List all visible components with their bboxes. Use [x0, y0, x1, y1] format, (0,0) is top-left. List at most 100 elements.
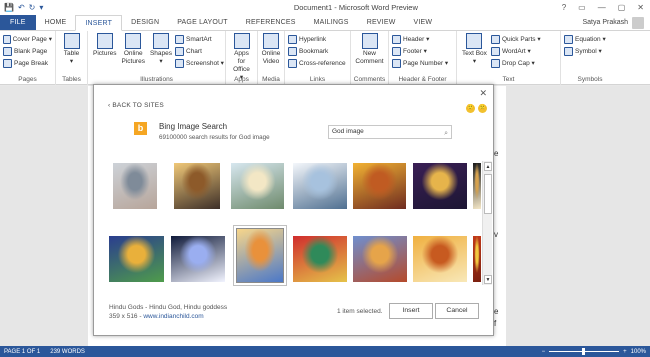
wordart-button[interactable]: WordArt ▾: [490, 45, 541, 57]
tab-references[interactable]: REFERENCES: [237, 15, 305, 30]
table-button[interactable]: Table ▾: [59, 33, 84, 66]
zoom-slider[interactable]: [549, 348, 620, 355]
back-to-sites-link[interactable]: ‹ BACK TO SITES: [108, 102, 164, 109]
chart-button[interactable]: Chart: [175, 45, 224, 57]
scroll-down-icon[interactable]: ▼: [484, 275, 492, 284]
zoom-slider-thumb[interactable]: [582, 348, 586, 355]
tab-design[interactable]: DESIGN: [122, 15, 168, 30]
image-result[interactable]: [472, 235, 482, 283]
image-result[interactable]: [234, 226, 286, 285]
image-result[interactable]: [230, 162, 285, 210]
image-result[interactable]: [170, 235, 226, 283]
blank-page-button[interactable]: Blank Page: [3, 45, 52, 57]
cancel-button[interactable]: Cancel: [435, 303, 479, 319]
apps-icon: [233, 33, 250, 49]
cover-page-icon: [3, 34, 11, 44]
word-count[interactable]: 239 WORDS: [50, 349, 85, 355]
tab-review[interactable]: REVIEW: [358, 15, 405, 30]
symbol-button[interactable]: Symbol ▾: [564, 45, 616, 57]
undo-icon[interactable]: ↶: [18, 3, 25, 12]
tab-page-layout[interactable]: PAGE LAYOUT: [168, 15, 237, 30]
drop-cap-button[interactable]: Drop Cap ▾: [490, 57, 541, 69]
maximize-icon[interactable]: ▢: [618, 3, 626, 12]
user-name: Satya Prakash: [582, 19, 628, 26]
save-icon[interactable]: 💾: [4, 3, 14, 12]
equation-button[interactable]: Equation ▾: [564, 33, 616, 45]
group-label: Illustrations: [140, 76, 173, 83]
help-icon[interactable]: ?: [562, 3, 566, 12]
frown-icon[interactable]: 🙁: [478, 104, 487, 113]
group-apps: Apps for Office ▾ Apps: [226, 31, 258, 85]
scroll-up-icon[interactable]: ▲: [484, 162, 492, 171]
group-pages: Cover Page ▾ Blank Page Page Break Pages: [0, 31, 56, 85]
provider-name: Bing Image Search: [159, 122, 228, 131]
image-result[interactable]: [292, 162, 348, 210]
image-result[interactable]: [292, 235, 348, 283]
group-label: Media: [262, 76, 280, 83]
search-input[interactable]: God image ⌕: [328, 125, 452, 139]
image-result[interactable]: [412, 162, 468, 210]
video-icon: [263, 33, 279, 49]
footer-icon: [392, 46, 401, 56]
zoom-out-icon[interactable]: −: [542, 349, 546, 355]
scroll-thumb[interactable]: [484, 174, 492, 214]
equation-icon: [564, 34, 573, 44]
page-break-icon: [3, 58, 12, 68]
redo-icon[interactable]: ↻: [29, 3, 36, 12]
image-results-grid: [94, 157, 482, 287]
page-text-fragment: f: [494, 319, 497, 328]
close-icon[interactable]: ✕: [479, 88, 487, 99]
results-scrollbar[interactable]: ▲ ▼: [482, 161, 492, 285]
insert-button[interactable]: Insert: [389, 303, 433, 319]
screenshot-button[interactable]: Screenshot ▾: [175, 57, 224, 69]
image-result[interactable]: [108, 235, 165, 283]
result-count: 69100000 search results for God image: [159, 134, 270, 141]
smile-icon[interactable]: 🙂: [466, 104, 475, 113]
symbol-icon: [564, 46, 573, 56]
image-result[interactable]: [173, 162, 221, 210]
image-result[interactable]: [352, 162, 407, 210]
footer-button[interactable]: Footer ▾: [392, 45, 453, 57]
window-title: Document1 - Microsoft Word Preview: [293, 3, 418, 12]
group-label: Header & Footer: [398, 76, 447, 83]
minimize-icon[interactable]: —: [598, 3, 606, 12]
comment-icon: [361, 33, 378, 49]
image-result[interactable]: [472, 162, 482, 210]
source-link[interactable]: www.indianchild.com: [143, 313, 203, 320]
image-result[interactable]: [352, 235, 408, 283]
cover-page-button[interactable]: Cover Page ▾: [3, 33, 52, 45]
image-result[interactable]: [112, 162, 158, 210]
tab-insert[interactable]: INSERT: [75, 15, 123, 31]
tab-mailings[interactable]: MAILINGS: [305, 15, 358, 30]
insert-pictures-dialog: ✕ ‹ BACK TO SITES 🙂 🙁 b Bing Image Searc…: [93, 84, 494, 336]
tab-home[interactable]: HOME: [36, 15, 76, 30]
group-label: Pages: [18, 76, 37, 83]
apps-for-office-button[interactable]: Apps for Office ▾: [229, 33, 254, 82]
zoom-in-icon[interactable]: +: [623, 349, 627, 355]
header-button[interactable]: Header ▾: [392, 33, 453, 45]
customize-icon[interactable]: ▾: [39, 3, 43, 12]
window-close-icon[interactable]: ✕: [637, 3, 644, 12]
ribbon-display-icon[interactable]: ▭: [578, 3, 586, 12]
avatar: [632, 16, 644, 29]
bookmark-button[interactable]: Bookmark: [288, 45, 347, 57]
smartart-button[interactable]: SmartArt: [175, 33, 224, 45]
group-comments: New Comment Comments: [351, 31, 389, 85]
group-label: Symbols: [577, 76, 603, 83]
tab-view[interactable]: VIEW: [405, 15, 442, 30]
page-number-button[interactable]: Page Number ▾: [392, 57, 453, 69]
page-break-button[interactable]: Page Break: [3, 57, 52, 69]
bing-logo-icon: b: [134, 122, 147, 135]
hyperlink-button[interactable]: Hyperlink: [288, 33, 347, 45]
search-icon[interactable]: ⌕: [444, 128, 448, 140]
zoom-level[interactable]: 100%: [631, 349, 646, 355]
tab-file[interactable]: FILE: [0, 15, 36, 30]
image-result[interactable]: [412, 235, 468, 283]
page-text-fragment: v: [494, 230, 498, 239]
page-count[interactable]: PAGE 1 OF 1: [4, 349, 40, 355]
cross-reference-button[interactable]: Cross-reference: [288, 57, 347, 69]
new-comment-button[interactable]: New Comment: [354, 33, 385, 66]
user-account[interactable]: Satya Prakash: [582, 15, 650, 30]
online-video-button[interactable]: Online Video: [261, 33, 281, 66]
quick-parts-button[interactable]: Quick Parts ▾: [490, 33, 541, 45]
